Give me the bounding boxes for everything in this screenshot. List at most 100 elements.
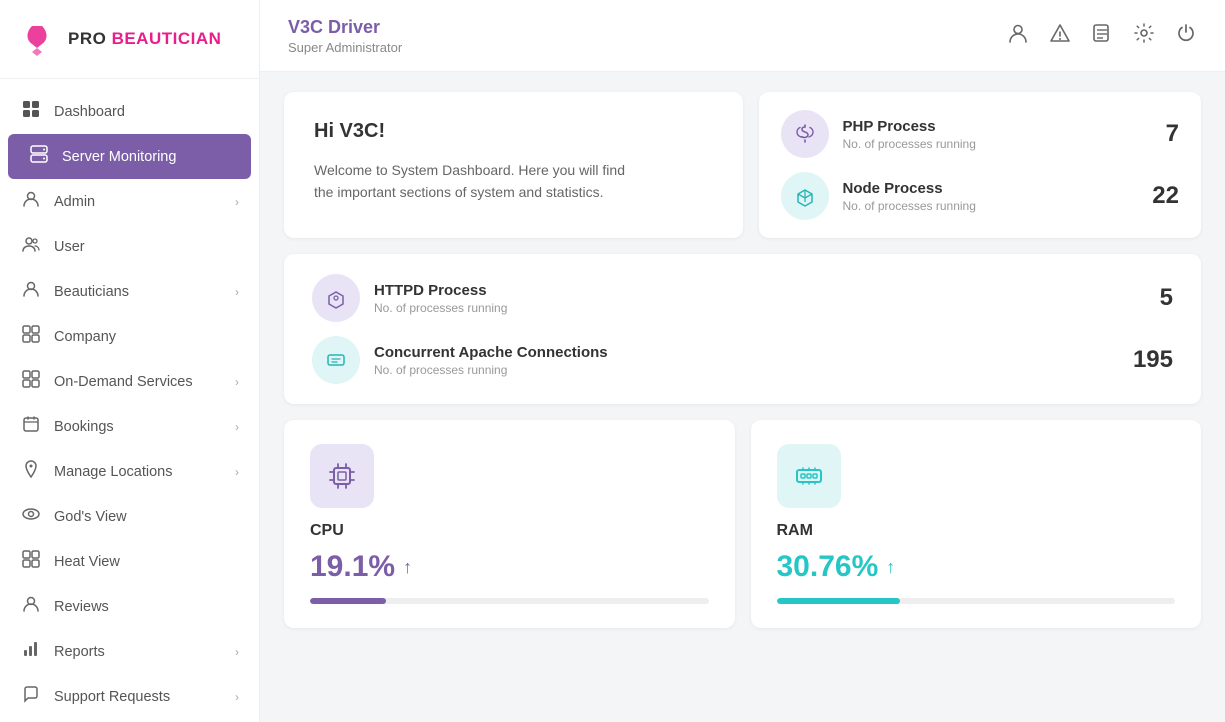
sidebar-item-label: Beauticians (54, 284, 223, 300)
httpd-apache-card: HTTPD Process No. of processes running 5… (284, 254, 1201, 404)
bottom-row: CPU 19.1% ↑ RAM 30.76% ↑ (284, 420, 1201, 628)
power-icon[interactable] (1175, 22, 1197, 50)
chevron-right-icon: › (235, 285, 239, 299)
php-process-info: PHP Process No. of processes running (843, 118, 1152, 151)
apache-icon-wrap (312, 336, 360, 384)
node-process-name: Node Process (843, 180, 1139, 197)
chevron-right-icon: › (235, 645, 239, 659)
heat-view-icon (20, 550, 42, 573)
sidebar-item-support-requests[interactable]: Support Requests › (0, 674, 259, 719)
apache-process-sub: No. of processes running (374, 363, 1119, 377)
cpu-up-arrow: ↑ (403, 557, 412, 578)
httpd-process-row: HTTPD Process No. of processes running 5 (312, 274, 1173, 322)
sidebar-item-dashboard[interactable]: Dashboard (0, 89, 259, 134)
logo: PRO BEAUTICIAN (0, 0, 259, 79)
settings-icon[interactable] (1133, 22, 1155, 50)
cpu-label: CPU (310, 522, 709, 540)
ram-value: 30.76% ↑ (777, 550, 1176, 584)
sidebar-item-label: User (54, 239, 239, 255)
header: V3C Driver Super Administrator (260, 0, 1225, 72)
php-process-sub: No. of processes running (843, 137, 1152, 151)
dashboard-icon (20, 100, 42, 123)
node-icon-wrap (781, 172, 829, 220)
httpd-process-sub: No. of processes running (374, 301, 1146, 315)
sidebar-item-on-demand[interactable]: On-Demand Services › (0, 359, 259, 404)
cpu-value: 19.1% ↑ (310, 550, 709, 584)
reports-icon (20, 640, 42, 663)
ram-icon-wrap (777, 444, 841, 508)
php-process-name: PHP Process (843, 118, 1152, 135)
edit-icon[interactable] (1091, 22, 1113, 50)
sidebar-item-server-monitoring[interactable]: Server Monitoring (8, 134, 251, 179)
sidebar-item-label: Heat View (54, 554, 239, 570)
httpd-process-count: 5 (1160, 284, 1173, 312)
profile-icon[interactable] (1007, 22, 1029, 50)
sidebar-item-label: Manage Locations (54, 464, 223, 480)
server-monitoring-icon (28, 145, 50, 168)
company-icon (20, 325, 42, 348)
sidebar-item-label: Dashboard (54, 104, 239, 120)
gods-view-icon (20, 505, 42, 528)
apache-process-name: Concurrent Apache Connections (374, 344, 1119, 361)
header-title: V3C Driver Super Administrator (288, 17, 402, 55)
reviews-icon (20, 595, 42, 618)
sidebar-item-reviews[interactable]: Reviews (0, 584, 259, 629)
chevron-right-icon: › (235, 195, 239, 209)
php-node-card: PHP Process No. of processes running 7 N… (759, 92, 1202, 238)
sidebar-item-label: Company (54, 329, 239, 345)
sidebar-item-manage-locations[interactable]: Manage Locations › (0, 449, 259, 494)
ram-up-arrow: ↑ (886, 557, 895, 578)
node-process-count: 22 (1152, 182, 1179, 210)
sidebar-item-label: Admin (54, 194, 223, 210)
sidebar-item-user[interactable]: User (0, 224, 259, 269)
sidebar-item-label: Reports (54, 644, 223, 660)
node-process-sub: No. of processes running (843, 199, 1139, 213)
sidebar-item-label: Bookings (54, 419, 223, 435)
sidebar-item-reports[interactable]: Reports › (0, 629, 259, 674)
cpu-card: CPU 19.1% ↑ (284, 420, 735, 628)
greeting-text: Hi V3C! (314, 120, 713, 143)
ram-bar-wrap (777, 598, 1176, 604)
apache-process-info: Concurrent Apache Connections No. of pro… (374, 344, 1119, 377)
sidebar-item-admin[interactable]: Admin › (0, 179, 259, 224)
driver-name: V3C Driver (288, 17, 402, 38)
httpd-process-info: HTTPD Process No. of processes running (374, 282, 1146, 315)
sidebar-item-bookings[interactable]: Bookings › (0, 404, 259, 449)
beauticians-icon (20, 280, 42, 303)
php-process-row: PHP Process No. of processes running 7 (781, 110, 1180, 158)
sidebar-item-gods-view[interactable]: God's View (0, 494, 259, 539)
cpu-bar (310, 598, 386, 604)
driver-role: Super Administrator (288, 40, 402, 55)
sidebar-item-label: Server Monitoring (62, 149, 231, 165)
node-process-info: Node Process No. of processes running (843, 180, 1139, 213)
sidebar-item-label: God's View (54, 509, 239, 525)
sidebar-item-label: On-Demand Services (54, 374, 223, 390)
apache-process-row: Concurrent Apache Connections No. of pro… (312, 336, 1173, 384)
bookings-icon (20, 415, 42, 438)
sidebar-item-beauticians[interactable]: Beauticians › (0, 269, 259, 314)
cpu-bar-wrap (310, 598, 709, 604)
sidebar-item-company[interactable]: Company (0, 314, 259, 359)
sidebar-nav: Dashboard Server Monitoring Admin › User (0, 79, 259, 722)
php-icon-wrap (781, 110, 829, 158)
php-process-count: 7 (1166, 120, 1179, 148)
node-process-row: Node Process No. of processes running 22 (781, 172, 1180, 220)
welcome-text: Welcome to System Dashboard. Here you wi… (314, 159, 713, 204)
sidebar-item-label: Reviews (54, 599, 239, 615)
chevron-right-icon: › (235, 375, 239, 389)
warning-icon[interactable] (1049, 22, 1071, 50)
ram-card: RAM 30.76% ↑ (751, 420, 1202, 628)
page-content: Hi V3C! Welcome to System Dashboard. Her… (260, 72, 1225, 722)
top-row: Hi V3C! Welcome to System Dashboard. Her… (284, 92, 1201, 238)
on-demand-icon (20, 370, 42, 393)
user-icon (20, 235, 42, 258)
chevron-right-icon: › (235, 420, 239, 434)
ram-bar (777, 598, 901, 604)
sidebar-item-heat-view[interactable]: Heat View (0, 539, 259, 584)
main-content: V3C Driver Super Administrator (260, 0, 1225, 722)
ram-label: RAM (777, 522, 1176, 540)
support-icon (20, 685, 42, 708)
httpd-icon-wrap (312, 274, 360, 322)
apache-process-count: 195 (1133, 346, 1173, 374)
httpd-process-name: HTTPD Process (374, 282, 1146, 299)
